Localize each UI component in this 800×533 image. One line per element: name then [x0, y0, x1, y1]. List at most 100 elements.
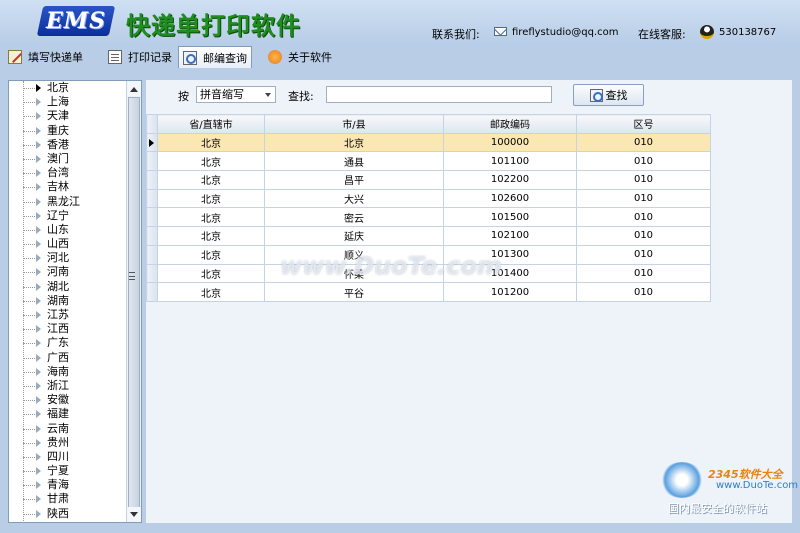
table-row[interactable]: 北京 通县 101100 010: [146, 151, 711, 172]
tree-item[interactable]: 广东: [9, 336, 127, 350]
row-header[interactable]: [146, 263, 158, 284]
table-cell[interactable]: 延庆: [264, 226, 444, 246]
tree-item[interactable]: 安徽: [9, 393, 127, 407]
table-cell[interactable]: 昌平: [264, 170, 444, 190]
table-row[interactable]: 北京 怀柔 101400 010: [146, 263, 711, 284]
tree-item[interactable]: 福建: [9, 407, 127, 421]
table-cell[interactable]: 010: [576, 170, 711, 190]
tab-about[interactable]: 关于软件: [264, 46, 336, 68]
tree-item[interactable]: 辽宁: [9, 209, 127, 223]
table-cell[interactable]: 北京: [264, 132, 444, 153]
splitter-grip-icon[interactable]: [129, 272, 135, 280]
table-row[interactable]: 北京 昌平 102200 010: [146, 170, 711, 190]
table-cell[interactable]: 北京: [157, 207, 265, 228]
tree-item[interactable]: 四川: [9, 450, 127, 464]
row-header[interactable]: [146, 207, 158, 228]
row-header[interactable]: [146, 188, 158, 209]
row-header[interactable]: [146, 226, 158, 246]
table-cell[interactable]: 北京: [157, 132, 265, 153]
tree-item[interactable]: 宁夏: [9, 464, 127, 478]
tree-item[interactable]: 湖南: [9, 294, 127, 308]
column-header[interactable]: 省/直辖市: [157, 114, 265, 134]
table-cell[interactable]: 102600: [443, 188, 577, 209]
table-cell[interactable]: 北京: [157, 263, 265, 284]
table-cell[interactable]: 010: [576, 226, 711, 246]
table-cell[interactable]: 010: [576, 207, 711, 228]
row-header[interactable]: [146, 132, 158, 153]
tree-item[interactable]: 山东: [9, 223, 127, 237]
table-cell[interactable]: 北京: [157, 188, 265, 209]
table-cell[interactable]: 010: [576, 132, 711, 153]
tree-item[interactable]: 吉林: [9, 180, 127, 194]
table-cell[interactable]: 101300: [443, 244, 577, 265]
table-cell[interactable]: 100000: [443, 132, 577, 153]
tree-scrollbar[interactable]: [126, 81, 141, 522]
tree-item[interactable]: 河北: [9, 251, 127, 265]
tree-item[interactable]: 黑龙江: [9, 195, 127, 209]
tree-item[interactable]: 天津: [9, 109, 127, 123]
row-header[interactable]: [146, 170, 158, 190]
tree-item[interactable]: 广西: [9, 351, 127, 365]
column-header[interactable]: 市/县: [264, 114, 444, 134]
column-header[interactable]: 邮政编码: [443, 114, 577, 134]
tree-item[interactable]: 江西: [9, 322, 127, 336]
tab-fill-form[interactable]: 填写快递单: [4, 46, 87, 68]
tree-item-selected[interactable]: 北京: [9, 81, 127, 95]
table-cell[interactable]: 101200: [443, 282, 577, 302]
table-cell[interactable]: 通县: [264, 151, 444, 172]
table-cell[interactable]: 密云: [264, 207, 444, 228]
table-cell[interactable]: 大兴: [264, 188, 444, 209]
scroll-down-button[interactable]: [127, 507, 141, 522]
tree-item[interactable]: 湖北: [9, 280, 127, 294]
table-cell[interactable]: 010: [576, 282, 711, 302]
tree-item[interactable]: 贵州: [9, 436, 127, 450]
table-row[interactable]: 北京 密云 101500 010: [146, 207, 711, 228]
scroll-thumb[interactable]: [128, 97, 140, 522]
tab-print-record[interactable]: 打印记录: [104, 46, 176, 68]
tree-item[interactable]: 浙江: [9, 379, 127, 393]
tree-item[interactable]: 陕西: [9, 507, 127, 521]
table-row[interactable]: 北京 大兴 102600 010: [146, 188, 711, 209]
scroll-up-button[interactable]: [127, 81, 141, 96]
search-button[interactable]: 查找: [573, 84, 644, 106]
table-cell[interactable]: 101100: [443, 151, 577, 172]
table-cell[interactable]: 102200: [443, 170, 577, 190]
row-header[interactable]: [146, 282, 158, 302]
row-header[interactable]: [146, 151, 158, 172]
table-cell[interactable]: 010: [576, 188, 711, 209]
table-cell[interactable]: 010: [576, 151, 711, 172]
table-cell[interactable]: 北京: [157, 244, 265, 265]
contact-email[interactable]: fireflystudio@qq.com: [512, 27, 619, 38]
search-mode-select[interactable]: 拼音缩写: [196, 86, 276, 103]
table-row-selected[interactable]: 北京 北京 100000 010: [146, 132, 711, 153]
tree-item[interactable]: 江苏: [9, 308, 127, 322]
tree-item[interactable]: 澳门: [9, 152, 127, 166]
table-cell[interactable]: 北京: [157, 282, 265, 302]
tree-item[interactable]: 重庆: [9, 124, 127, 138]
table-row[interactable]: 北京 平谷 101200 010: [146, 282, 711, 302]
tree-item[interactable]: 云南: [9, 422, 127, 436]
tree-item[interactable]: 上海: [9, 95, 127, 109]
table-cell[interactable]: 平谷: [264, 282, 444, 302]
column-header[interactable]: 区号: [576, 114, 711, 134]
qq-icon[interactable]: [700, 25, 714, 39]
tree-item[interactable]: 甘肃: [9, 492, 127, 506]
row-header[interactable]: [146, 244, 158, 265]
table-cell[interactable]: 北京: [157, 151, 265, 172]
table-row[interactable]: 北京 顺义 101300 010: [146, 244, 711, 265]
table-cell[interactable]: 怀柔: [264, 263, 444, 284]
tree-item[interactable]: 海南: [9, 365, 127, 379]
province-tree[interactable]: 北京 上海 天津 重庆 香港 澳门 台湾 吉林 黑龙江 辽宁 山东 山西 河北 …: [8, 80, 142, 523]
tab-postcode-query[interactable]: 邮编查询: [178, 46, 252, 68]
search-input[interactable]: [326, 86, 552, 103]
table-cell[interactable]: 010: [576, 244, 711, 265]
table-cell[interactable]: 顺义: [264, 244, 444, 265]
table-row[interactable]: 北京 延庆 102100 010: [146, 226, 711, 246]
tree-item[interactable]: 青海: [9, 478, 127, 492]
tree-item[interactable]: 香港: [9, 138, 127, 152]
table-cell[interactable]: 102100: [443, 226, 577, 246]
tree-item[interactable]: 台湾: [9, 166, 127, 180]
tree-item[interactable]: 河南: [9, 265, 127, 279]
table-cell[interactable]: 北京: [157, 170, 265, 190]
table-cell[interactable]: 北京: [157, 226, 265, 246]
